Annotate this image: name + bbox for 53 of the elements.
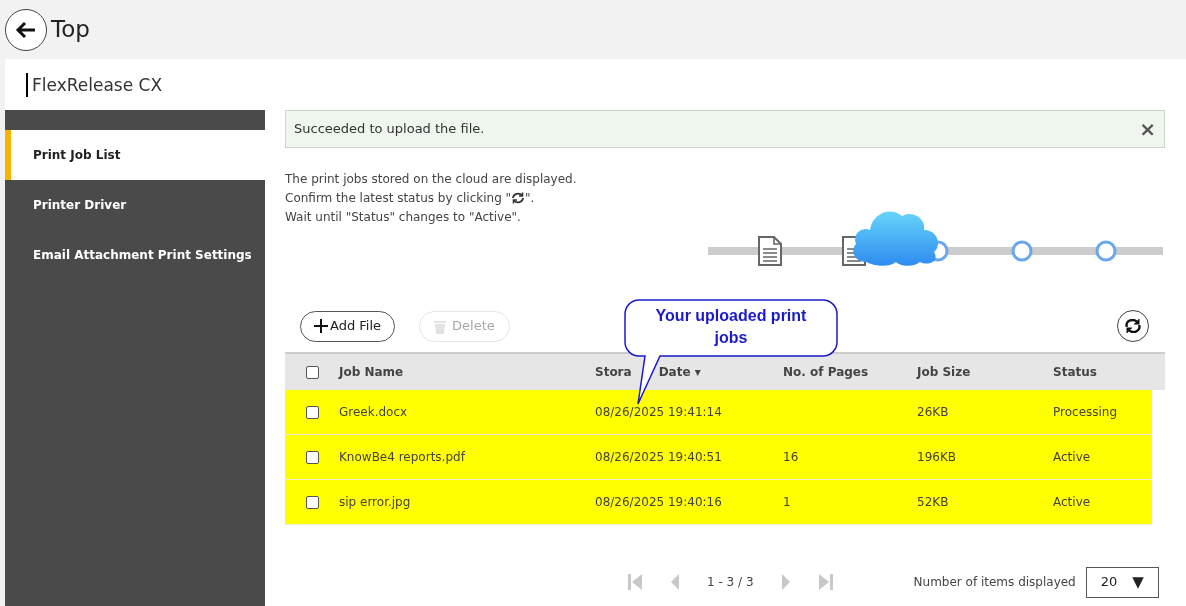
instruction-text: Confirm the latest status by clicking " ". bbox=[285, 190, 536, 207]
instruction-text: The print jobs stored on the cloud are displayed. bbox=[285, 171, 578, 188]
alert-message: Succeeded to upload the file. bbox=[294, 120, 485, 139]
refresh-button[interactable] bbox=[1117, 310, 1149, 342]
instruction-text: Wait until "Status" changes to "Active". bbox=[285, 209, 522, 226]
table-cell: Active bbox=[1053, 450, 1091, 464]
table-cell: 26KB bbox=[917, 405, 949, 419]
sidebar-item[interactable]: Email Attachment Print Settings bbox=[5, 230, 265, 280]
close-button[interactable]: × bbox=[1139, 119, 1156, 139]
document-icon bbox=[757, 235, 783, 267]
back-arrow-icon bbox=[15, 20, 37, 39]
checkbox[interactable] bbox=[305, 405, 319, 419]
table-cell: 08/26/2025 19:41:14 bbox=[595, 405, 722, 419]
table-row[interactable]: Greek.docx 08/26/2025 19:41:14 26KB Processing bbox=[285, 390, 1152, 435]
table-cell: 08/26/2025 19:40:16 bbox=[595, 495, 722, 509]
page-range: 1 - 3 / 3 bbox=[707, 574, 754, 591]
column-header: Job Name bbox=[339, 364, 404, 381]
column-header: Status bbox=[1053, 364, 1097, 381]
table-cell: 16 bbox=[783, 450, 799, 464]
table-cell: KnowBe4 reports.pdf bbox=[339, 450, 465, 464]
step-circle-icon bbox=[1095, 240, 1117, 262]
table-cell: 52KB bbox=[917, 495, 949, 509]
caret-icon: ▼ bbox=[1132, 570, 1144, 594]
add-file-button[interactable]: Add File bbox=[300, 310, 396, 342]
checkbox[interactable] bbox=[305, 365, 319, 379]
table-cell: sip error.jpg bbox=[339, 495, 411, 509]
column-header: Date ▾ bbox=[658, 364, 701, 381]
sidebar-item[interactable]: Print Job List bbox=[5, 130, 265, 180]
table-cell: Processing bbox=[1053, 405, 1118, 419]
refresh-icon bbox=[511, 192, 526, 204]
plus-icon bbox=[314, 319, 328, 333]
step-circle-icon bbox=[1011, 240, 1033, 262]
callout-text: Your uploaded print jobs bbox=[654, 306, 808, 348]
table-cell: Greek.docx bbox=[339, 405, 408, 419]
checkbox[interactable] bbox=[305, 450, 319, 464]
table-cell: Active bbox=[1053, 495, 1091, 509]
table-row[interactable]: KnowBe4 reports.pdf 08/26/2025 19:40:51 16 196KB Active bbox=[285, 435, 1152, 480]
table-cell: 08/26/2025 19:40:51 bbox=[595, 450, 722, 464]
column-header: No. of Pages bbox=[783, 364, 869, 381]
column-header: Stora bbox=[595, 364, 632, 381]
page-title: Top bbox=[51, 15, 90, 45]
table-row[interactable]: sip error.jpg 08/26/2025 19:40:16 1 52KB Active bbox=[285, 480, 1152, 525]
app-title: FlexRelease CX bbox=[26, 72, 163, 97]
items-per-page-label: Number of items displayed bbox=[913, 574, 1076, 591]
column-header: Job Size bbox=[917, 364, 971, 381]
back-button[interactable] bbox=[5, 8, 47, 51]
checkbox[interactable] bbox=[305, 495, 319, 509]
table-cell: 1 bbox=[783, 495, 791, 509]
table-cell: 196KB bbox=[917, 450, 956, 464]
items-per-page-select[interactable]: 20 ▼ bbox=[1085, 566, 1159, 598]
sidebar-item[interactable]: Printer Driver bbox=[5, 180, 265, 230]
refresh-icon bbox=[1124, 319, 1142, 333]
trash-icon bbox=[434, 318, 447, 334]
